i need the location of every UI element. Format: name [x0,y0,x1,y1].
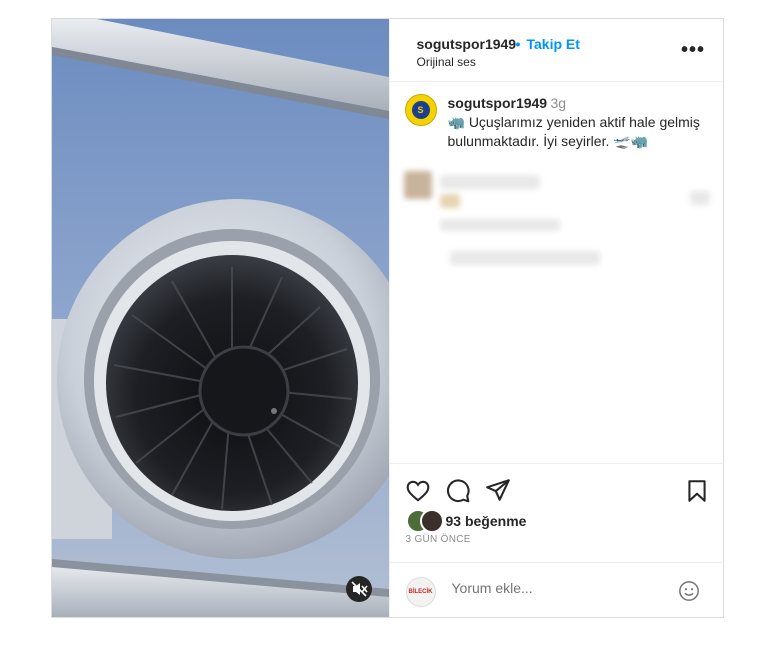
blurred-line [439,219,560,231]
post-video[interactable] [52,19,389,617]
heart-icon[interactable] [405,478,431,504]
club-logo-icon: S [411,101,430,119]
comment-input[interactable] [449,579,664,597]
more-options-button[interactable]: ••• [681,39,705,62]
blurred-line [449,251,600,265]
follow-button[interactable]: Takip Et [527,36,580,52]
comment-icon[interactable] [445,478,471,504]
post-time-ago[interactable]: 3 GÜN ÖNCE [406,534,471,545]
header-username-link[interactable]: sogutspor1949 [417,36,517,52]
jet-engine-image [52,19,389,617]
speaker-muted-icon [351,581,368,597]
caption-text: 🦏 Uçuşlarımız yeniden aktif hale gelmiş … [447,114,700,149]
liker-avatar [419,509,444,533]
post-header: sogutspor1949 • Takip Et Orijinal ses ••… [389,19,723,82]
caption-username-link[interactable]: sogutspor1949 [448,95,548,111]
caption-avatar[interactable]: S [404,94,437,126]
audio-link[interactable]: Orijinal ses [417,55,476,69]
comment-bar: BİLECİK [389,562,724,619]
blurred-line [439,194,460,208]
actions-section: 93 beğenme 3 GÜN ÖNCE BİLECİK [389,463,724,619]
bookmark-icon[interactable] [684,478,710,504]
likes-count[interactable]: 93 beğenme [446,513,527,529]
blurred-avatar [403,171,432,199]
caption-time[interactable]: 3g [551,95,567,111]
mute-toggle-button[interactable] [346,576,372,602]
smiley-icon[interactable] [678,580,700,602]
post-side-panel: sogutspor1949 • Takip Et Orijinal ses ••… [388,19,724,619]
header-separator: • [515,36,521,52]
send-icon[interactable] [485,477,511,503]
blurred-line [439,175,540,189]
blurred-line [689,191,710,205]
instagram-post: sogutspor1949 • Takip Et Orijinal ses ••… [51,18,724,618]
commenter-avatar: BİLECİK [405,577,436,607]
